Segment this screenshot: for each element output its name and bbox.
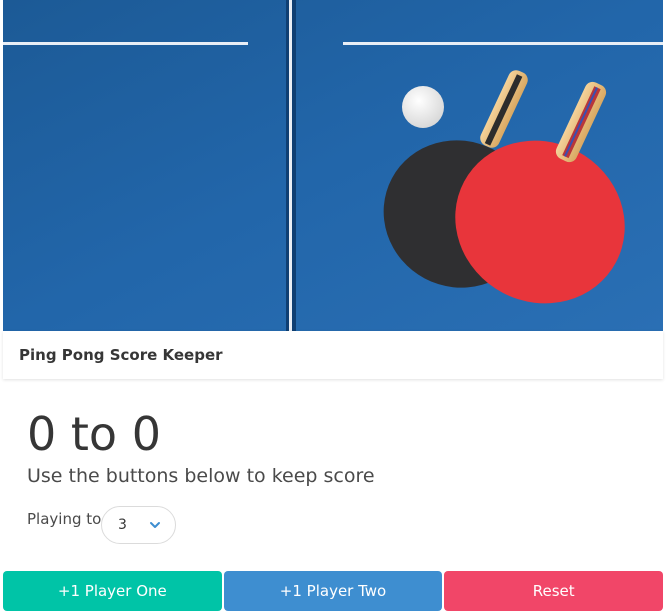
playing-to-value: 3 <box>118 517 127 533</box>
score-keeper-card: Ping Pong Score Keeper 0 to 0 Use the bu… <box>3 0 664 614</box>
chevron-down-icon <box>150 522 160 528</box>
player-two-button[interactable]: +1 Player Two <box>223 571 443 611</box>
card-title: Ping Pong Score Keeper <box>19 346 223 364</box>
playing-to-select[interactable]: 3 <box>101 506 176 544</box>
score-instructions: Use the buttons below to keep score <box>27 465 375 487</box>
player-one-button[interactable]: +1 Player One <box>3 571 222 611</box>
playing-to-label: Playing to <box>27 510 102 528</box>
reset-button[interactable]: Reset <box>444 571 664 611</box>
card-footer: +1 Player One +1 Player Two Reset <box>3 571 664 611</box>
card-header: Ping Pong Score Keeper <box>3 331 663 379</box>
score-content: 0 to 0 Use the buttons below to keep sco… <box>3 380 663 570</box>
ping-pong-table-image <box>3 0 663 331</box>
score-display: 0 to 0 <box>27 407 161 461</box>
